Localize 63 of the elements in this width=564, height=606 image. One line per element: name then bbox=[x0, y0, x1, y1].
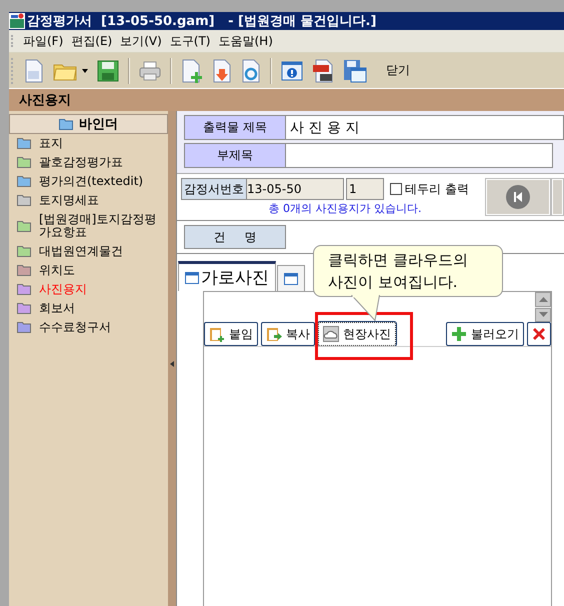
arrow-icon[interactable] bbox=[170, 361, 174, 367]
checkbox-label[interactable]: 테두리 출력 bbox=[405, 180, 469, 198]
binder-item[interactable]: 대법원연계물건 bbox=[9, 242, 168, 261]
app-icon bbox=[9, 13, 25, 29]
binder-item[interactable]: 평가의견(textedit) bbox=[9, 172, 168, 191]
subtitle-field[interactable] bbox=[286, 143, 553, 168]
binder-title: 바인더 bbox=[79, 116, 118, 133]
up-arrow-icon bbox=[538, 296, 548, 302]
scroll-down-button[interactable] bbox=[535, 308, 551, 322]
down-arrow-icon bbox=[538, 312, 548, 318]
binder-item[interactable]: 토지명세표 bbox=[9, 191, 168, 210]
binder-item[interactable]: 표지 bbox=[9, 134, 168, 153]
first-icon bbox=[506, 185, 530, 209]
binder-item[interactable]: 회보서 bbox=[9, 299, 168, 318]
refresh-document-icon[interactable] bbox=[241, 58, 261, 82]
site-photo-button[interactable]: 현장사진 bbox=[318, 322, 396, 346]
menu-item[interactable]: 편집(E) bbox=[71, 32, 112, 50]
binder-item[interactable]: 수수료청구서 bbox=[9, 318, 168, 337]
load-button[interactable]: 불러오기 bbox=[446, 322, 524, 346]
title-field[interactable]: 사 진 용 지 bbox=[286, 115, 564, 140]
callout-pointer bbox=[351, 295, 381, 321]
page-field[interactable]: 1 bbox=[346, 178, 384, 200]
paste-button[interactable]: 붙임 bbox=[204, 322, 258, 346]
field-label: 감정서번호 bbox=[181, 178, 247, 200]
folder-icon bbox=[59, 118, 73, 130]
field-label: 부제목 bbox=[184, 143, 286, 168]
field-label: 건 명 bbox=[184, 225, 286, 249]
binder-item[interactable]: 위치도 bbox=[9, 261, 168, 280]
window-icon bbox=[185, 272, 199, 284]
menu-item[interactable]: 도구(T) bbox=[170, 32, 210, 50]
info-icon[interactable] bbox=[281, 60, 303, 82]
notice-text: 총 0개의 사진용지가 있습니다. bbox=[268, 201, 422, 216]
menu-item[interactable]: 보기(V) bbox=[120, 32, 162, 50]
save-icon[interactable] bbox=[97, 60, 119, 82]
plus-icon bbox=[451, 326, 467, 342]
tab[interactable]: 가로사진 bbox=[178, 261, 276, 291]
delete-icon bbox=[531, 326, 547, 342]
section-title: 사진용지 bbox=[19, 92, 71, 109]
copy-icon bbox=[266, 326, 282, 342]
first-button[interactable] bbox=[486, 179, 550, 215]
close-button[interactable]: 닫기 bbox=[386, 62, 410, 79]
window-icon bbox=[284, 272, 298, 284]
binder-item[interactable]: 괄호감정평가표 bbox=[9, 153, 168, 172]
save-window-icon[interactable] bbox=[343, 58, 367, 82]
delete-button[interactable] bbox=[527, 322, 551, 346]
scroll-up-button[interactable] bbox=[535, 292, 551, 306]
menu-item[interactable]: 도움말(H) bbox=[218, 32, 273, 50]
binder-item[interactable]: [법원경매]토지감정평가요항표 bbox=[9, 210, 168, 242]
menu-item[interactable]: 파일(F) bbox=[23, 32, 64, 50]
paste-icon bbox=[209, 326, 225, 342]
printer-icon[interactable] bbox=[139, 60, 161, 80]
cloud-icon bbox=[323, 326, 339, 342]
field-label: 출력물 제목 bbox=[184, 115, 286, 140]
caret-icon[interactable] bbox=[82, 68, 88, 72]
add-document-icon[interactable] bbox=[181, 58, 203, 82]
new-document-icon[interactable] bbox=[24, 58, 44, 82]
number-field[interactable]: 13-05-50 bbox=[246, 178, 344, 200]
window-title: 감정평가서 [13-05-50.gam] - [법원경매 물건입니다.] bbox=[27, 13, 376, 30]
copy-button[interactable]: 복사 bbox=[261, 322, 315, 346]
tab[interactable] bbox=[277, 265, 305, 291]
checkbox[interactable] bbox=[390, 183, 402, 195]
pdf-icon[interactable] bbox=[312, 58, 334, 82]
download-document-icon[interactable] bbox=[212, 58, 232, 82]
